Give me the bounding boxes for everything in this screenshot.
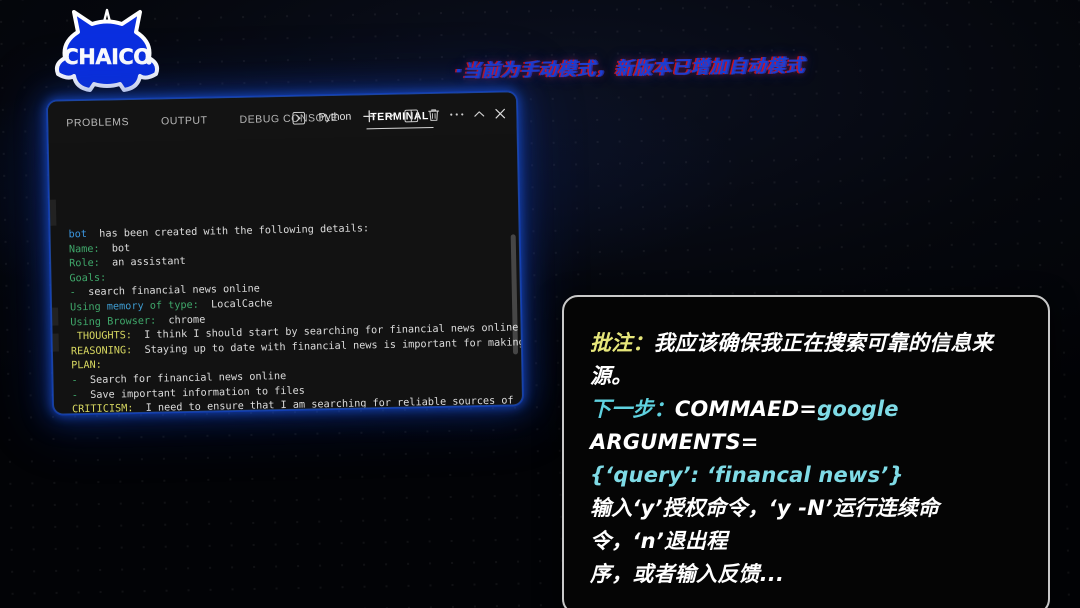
gutter-mark-b bbox=[52, 307, 59, 326]
trash-icon[interactable] bbox=[427, 108, 440, 122]
tab-output[interactable]: OUTPUT bbox=[155, 102, 214, 137]
chaico-logo-dot bbox=[146, 59, 152, 65]
terminal-text-segment: CRITICISM: bbox=[71, 403, 134, 415]
screenshot-root: CHAICO ·当前为手动模式，新版本已增加自动模式 PROBLEMS OUTP… bbox=[0, 0, 1080, 608]
terminal-action-bar: Python bbox=[292, 93, 507, 139]
terminal-text-segment: Name: bbox=[68, 243, 100, 255]
terminal-output[interactable]: bot has been created with the following … bbox=[49, 134, 522, 415]
chevron-up-icon[interactable] bbox=[473, 109, 485, 119]
annotation-text-segment: 序，或者输入反馈... bbox=[590, 562, 785, 586]
terminal-text-segment: of type: bbox=[143, 299, 199, 312]
chaico-logo: CHAICO bbox=[48, 6, 166, 102]
annotation-text-segment: 下一步： bbox=[590, 397, 675, 421]
terminal-text-segment: Using bbox=[69, 301, 107, 314]
annotation-text-segment: 批注： bbox=[590, 331, 654, 355]
annotation-text-segment: COMMAED= bbox=[674, 397, 818, 421]
terminal-text-segment: search financial news online bbox=[75, 283, 260, 299]
tab-problems[interactable]: PROBLEMS bbox=[60, 104, 135, 139]
close-icon[interactable] bbox=[494, 108, 506, 120]
terminal-text-segment: bot bbox=[68, 228, 88, 241]
annotation-card: 批注：我应该确保我正在搜索可靠的信息来源。 下一步：COMMAED=google … bbox=[562, 295, 1050, 608]
terminal-text-segment: Role: bbox=[69, 257, 100, 270]
headline-text: ·当前为手动模式，新版本已增加自动模式 bbox=[454, 55, 805, 82]
new-terminal-icon[interactable] bbox=[362, 109, 376, 123]
terminal-line-list: bot has been created with the following … bbox=[68, 219, 522, 415]
annotation-text-segment: 输入‘y’授权命令，‘y -N’运行连续命令，‘n’退出程 bbox=[590, 496, 940, 553]
annotation-line-list: 批注：我应该确保我正在搜索可靠的信息来源。 下一步：COMMAED=google … bbox=[590, 327, 1024, 591]
terminal-text-segment: Goals: bbox=[69, 272, 107, 285]
annotation-line: {‘query’: ‘financal news’} bbox=[590, 459, 1024, 492]
chaico-logo-icon: CHAICO bbox=[54, 8, 160, 92]
split-terminal-icon[interactable] bbox=[404, 109, 419, 122]
terminal-text-segment: memory bbox=[106, 300, 144, 313]
terminal-text-segment: an assistant bbox=[99, 256, 186, 269]
annotation-line: 序，或者输入反馈... bbox=[590, 558, 1024, 591]
terminal-text-segment: REASONING: bbox=[70, 344, 133, 358]
terminal-text-segment: LocalCache bbox=[198, 298, 273, 311]
terminal-text-segment: bot bbox=[99, 242, 131, 255]
more-actions-icon[interactable] bbox=[449, 111, 464, 117]
run-shell-icon[interactable] bbox=[292, 111, 306, 125]
annotation-line: 批注：我应该确保我正在搜索可靠的信息来源。 bbox=[590, 327, 1024, 393]
terminal-shell-label: Python bbox=[318, 110, 352, 124]
gutter-mark-c bbox=[52, 333, 59, 352]
terminal-panel: PROBLEMS OUTPUT DEBUG CONSOLE TERMINAL P… bbox=[46, 91, 524, 415]
terminal-text-segment: Using Browser: bbox=[70, 315, 157, 328]
annotation-text-segment: google bbox=[817, 397, 899, 421]
terminal-text-segment: THOUGHTS: bbox=[70, 330, 133, 343]
terminal-text-segment: Search for financial news online bbox=[77, 370, 287, 387]
terminal-text-segment: chrome bbox=[156, 314, 206, 327]
annotation-line: 输入‘y’授权命令，‘y -N’运行连续命令，‘n’退出程 bbox=[590, 492, 1024, 558]
chevron-down-icon[interactable] bbox=[385, 111, 395, 121]
annotation-line: 下一步：COMMAED=google ARGUMENTS= bbox=[590, 393, 1024, 459]
gutter-mark-a bbox=[49, 199, 57, 226]
chaico-logo-text: CHAICO bbox=[63, 45, 150, 69]
annotation-text-segment: ARGUMENTS= bbox=[590, 430, 759, 454]
terminal-text-segment: PLAN: bbox=[71, 360, 103, 372]
annotation-text-segment: {‘query’: ‘financal news’} bbox=[590, 463, 904, 487]
terminal-text-segment: has been created with the following deta… bbox=[86, 223, 370, 240]
